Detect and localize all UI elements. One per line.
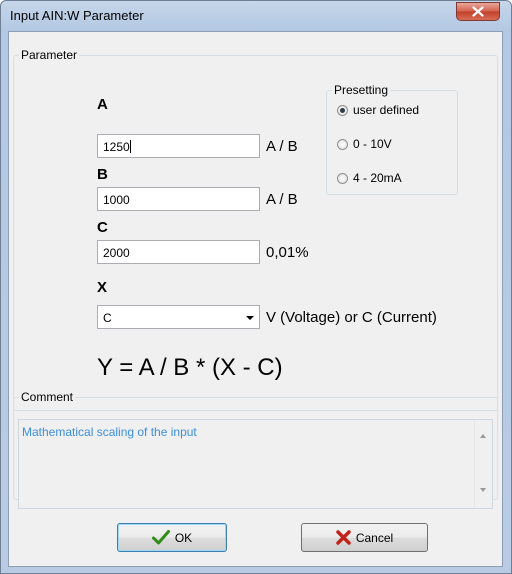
- presetting-group: Presetting user defined 0 - 10V 4 - 20mA: [326, 83, 458, 195]
- formula-text: Y = A / B * (X - C): [97, 354, 283, 381]
- dialog-body: Parameter A 1250 A / B B 1000 A / B C 20…: [8, 31, 503, 567]
- x-icon: [336, 530, 351, 545]
- cancel-label: Cancel: [355, 530, 394, 545]
- a-input-value: 1250: [103, 140, 130, 154]
- c-label: C: [97, 219, 108, 236]
- close-button[interactable]: [456, 2, 500, 21]
- title-bar[interactable]: Input AIN:W Parameter: [1, 1, 511, 31]
- scroll-down-icon[interactable]: [480, 488, 486, 492]
- scroll-up-icon[interactable]: [480, 434, 486, 438]
- radio-user-defined[interactable]: user defined: [337, 103, 419, 117]
- b-input[interactable]: 1000: [97, 187, 260, 211]
- comment-scrollbar[interactable]: [474, 420, 492, 508]
- x-select-value: C: [103, 311, 112, 325]
- dialog-window: Input AIN:W Parameter Parameter A 1250 A…: [0, 0, 512, 574]
- radio-checked-icon: [337, 104, 348, 116]
- cancel-button[interactable]: Cancel: [301, 523, 428, 552]
- close-icon: [472, 6, 484, 17]
- radio-label: user defined: [353, 103, 420, 117]
- parameter-group: Parameter A 1250 A / B B 1000 A / B C 20…: [13, 48, 498, 411]
- radio-unchecked-icon: [337, 138, 348, 150]
- chevron-down-icon: [246, 316, 254, 320]
- comment-textarea[interactable]: Mathematical scaling of the input: [18, 419, 493, 509]
- radio-unchecked-icon: [337, 172, 348, 184]
- comment-group: Comment Mathematical scaling of the inpu…: [13, 390, 498, 509]
- x-select[interactable]: C: [97, 305, 260, 329]
- x-label: X: [97, 279, 108, 296]
- text-caret: [129, 140, 131, 153]
- parameter-legend: Parameter: [21, 48, 78, 62]
- c-unit: 0,01%: [266, 244, 309, 261]
- presetting-legend: Presetting: [334, 83, 389, 97]
- ok-button[interactable]: OK: [117, 523, 227, 552]
- ok-label: OK: [174, 530, 193, 545]
- comment-text: Mathematical scaling of the input: [22, 425, 197, 439]
- a-input[interactable]: 1250: [97, 134, 260, 158]
- c-input[interactable]: 2000: [97, 240, 260, 264]
- a-label: A: [97, 96, 108, 113]
- checkmark-icon: [151, 530, 170, 545]
- radio-label: 4 - 20mA: [353, 171, 402, 185]
- comment-legend: Comment: [21, 390, 74, 404]
- x-unit: V (Voltage) or C (Current): [266, 309, 437, 326]
- radio-4-20ma[interactable]: 4 - 20mA: [337, 171, 402, 185]
- b-unit: A / B: [266, 191, 298, 208]
- radio-0-10v[interactable]: 0 - 10V: [337, 137, 392, 151]
- b-label: B: [97, 166, 108, 183]
- radio-label: 0 - 10V: [353, 137, 392, 151]
- window-title: Input AIN:W Parameter: [10, 8, 144, 23]
- a-unit: A / B: [266, 138, 298, 155]
